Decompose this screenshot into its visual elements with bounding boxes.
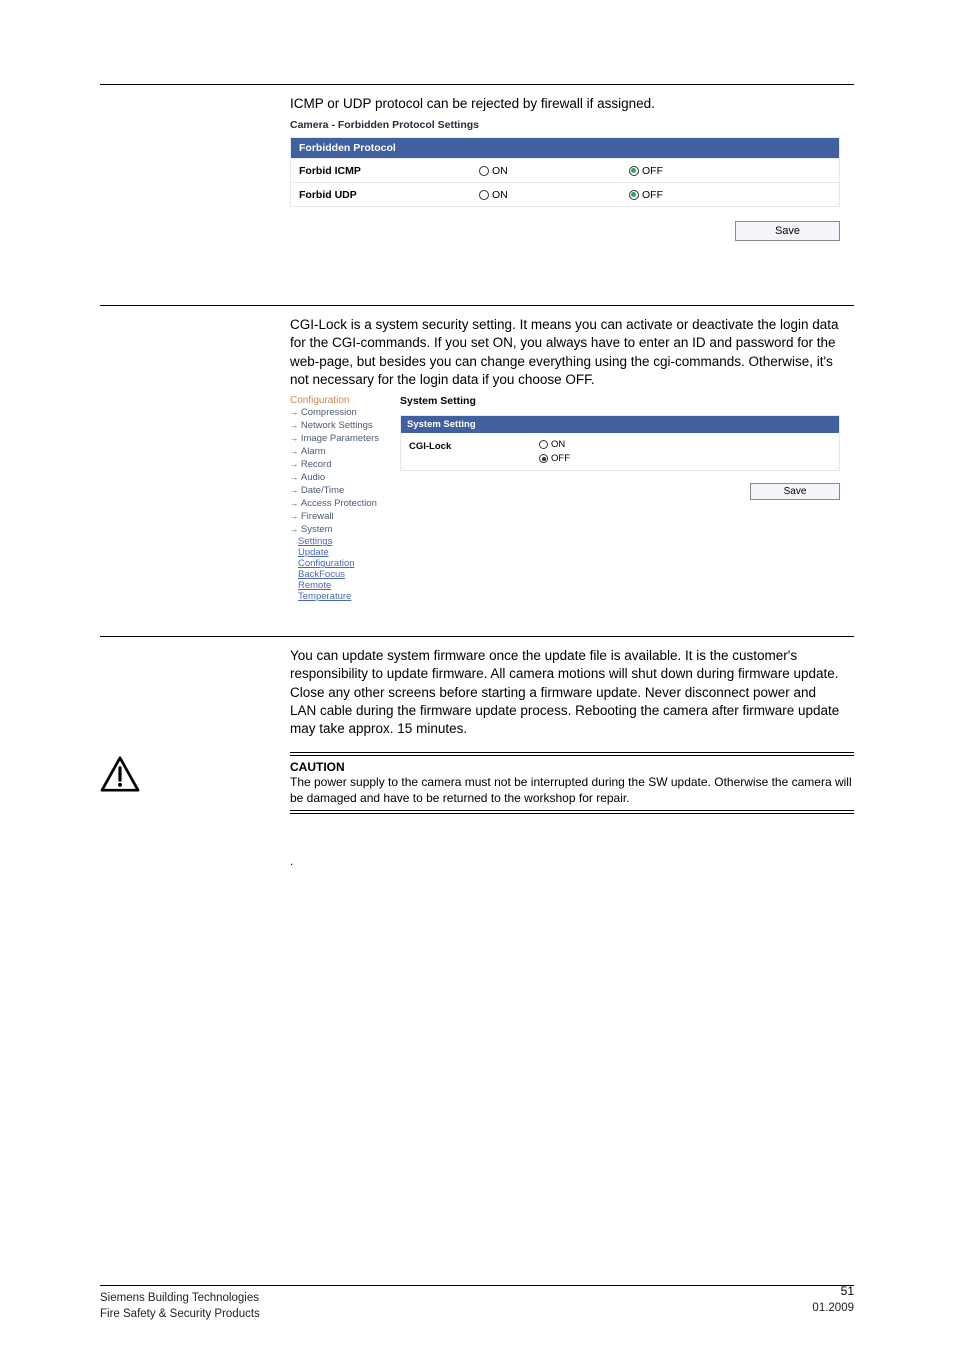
nav-network-settings[interactable]: Network Settings (290, 419, 390, 432)
body-text-3: You can update system firmware once the … (290, 647, 840, 738)
nav-alarm[interactable]: Alarm (290, 445, 390, 458)
footer-line2: Fire Safety & Security Products (100, 1306, 260, 1322)
intro-text-1: ICMP or UDP protocol can be rejected by … (290, 95, 840, 113)
radio-label-off: OFF (642, 189, 663, 201)
side-nav-title: Configuration (290, 395, 390, 406)
caution-title: CAUTION (290, 760, 854, 774)
section-rule-2 (100, 305, 854, 306)
radio-cgilock-on[interactable] (539, 440, 548, 449)
nav-audio[interactable]: Audio (290, 471, 390, 484)
nav-compression[interactable]: Compression (290, 406, 390, 419)
row-forbid-icmp: Forbid ICMP ON OFF (291, 158, 839, 182)
radio-label-off: OFF (551, 453, 570, 464)
row-cgilock: CGI-Lock ON OFF (401, 433, 839, 470)
radio-udp-on[interactable] (479, 190, 489, 200)
row-label: Forbid UDP (299, 189, 479, 201)
radio-label-on: ON (492, 165, 508, 177)
nav-image-parameters[interactable]: Image Parameters (290, 432, 390, 445)
nav-system[interactable]: System (290, 523, 390, 536)
footer-line1: Siemens Building Technologies (100, 1290, 260, 1306)
panel-header: Forbidden Protocol (291, 138, 839, 158)
subnav-configuration[interactable]: Configuration (290, 558, 390, 569)
nav-access-protection[interactable]: Access Protection (290, 497, 390, 510)
main-pane: System Setting System Setting CGI-Lock O… (400, 395, 840, 602)
radio-cgilock-off[interactable] (539, 454, 548, 463)
side-nav: Configuration Compression Network Settin… (290, 395, 390, 602)
subnav-update[interactable]: Update (290, 547, 390, 558)
forbidden-protocol-panel: Forbidden Protocol Forbid ICMP ON OFF Fo… (290, 137, 840, 207)
row-forbid-udp: Forbid UDP ON OFF (291, 182, 839, 206)
radio-label-on: ON (551, 439, 565, 450)
radio-icmp-off[interactable] (629, 166, 639, 176)
panel-header-2: System Setting (401, 416, 839, 433)
radio-label-on: ON (492, 189, 508, 201)
nav-firewall[interactable]: Firewall (290, 510, 390, 523)
subnav-backfocus[interactable]: BackFocus (290, 569, 390, 580)
main-pane-title: System Setting (400, 395, 840, 407)
radio-icmp-on[interactable] (479, 166, 489, 176)
system-setting-panel: System Setting CGI-Lock ON OFF (400, 415, 840, 471)
caution-block: CAUTION The power supply to the camera m… (100, 752, 854, 814)
section-rule-3 (100, 636, 854, 637)
system-setting-screenshot: Configuration Compression Network Settin… (290, 395, 840, 602)
nav-date-time[interactable]: Date/Time (290, 484, 390, 497)
footer: Siemens Building Technologies Fire Safet… (100, 1285, 854, 1322)
panel-caption-1: Camera - Forbidden Protocol Settings (290, 119, 840, 131)
subnav-remote[interactable]: Remote (290, 580, 390, 591)
section-rule-1 (100, 84, 854, 85)
radio-udp-off[interactable] (629, 190, 639, 200)
subnav-settings[interactable]: Settings (290, 536, 390, 547)
warning-icon (100, 756, 140, 792)
body-text-2: CGI-Lock is a system security setting. I… (290, 316, 840, 389)
nav-record[interactable]: Record (290, 458, 390, 471)
row-label-cgilock: CGI-Lock (409, 439, 539, 452)
subnav-temperature[interactable]: Temperature (290, 591, 390, 602)
save-button-2[interactable]: Save (750, 483, 840, 500)
save-button-1[interactable]: Save (735, 221, 840, 241)
radio-label-off: OFF (642, 165, 663, 177)
stray-dot: . (290, 854, 840, 868)
footer-date: 01.2009 (812, 1302, 854, 1314)
row-label: Forbid ICMP (299, 165, 479, 177)
caution-body: The power supply to the camera must not … (290, 775, 854, 806)
